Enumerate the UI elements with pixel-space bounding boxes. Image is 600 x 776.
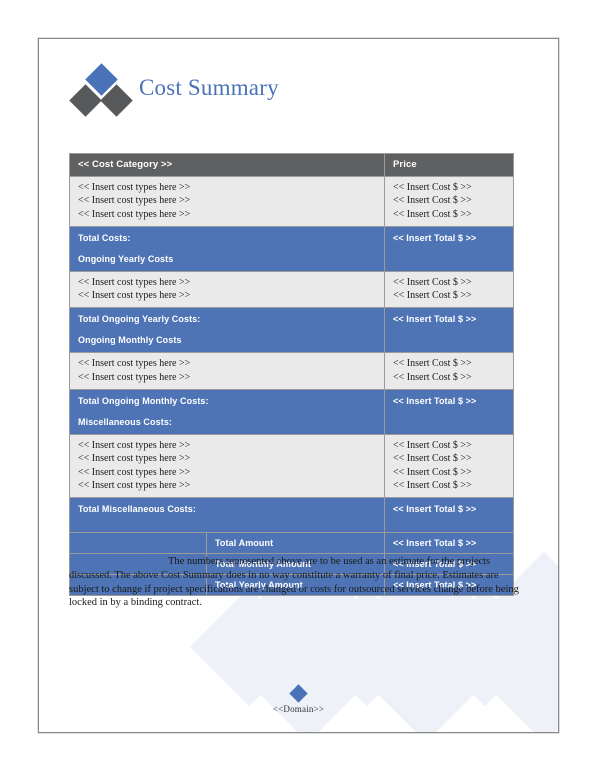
grand-total-value: << Insert Total $ >> <box>384 532 514 555</box>
total-label: Total Miscellaneous Costs: <box>78 504 196 515</box>
cost-amount-group: << Insert Cost $ >> << Insert Cost $ >> … <box>384 434 514 499</box>
total-amount-value: << Insert Total $ >> <box>384 225 514 272</box>
table-total-row: Total Ongoing Monthly Costs: Miscellaneo… <box>69 389 514 436</box>
total-label-group: Total Ongoing Monthly Costs: Miscellaneo… <box>69 389 385 436</box>
watermark-diamond <box>484 623 558 732</box>
section-subtitle: Ongoing Yearly Costs <box>78 253 174 264</box>
cost-amount-value: << Insert Cost $ >> <box>393 195 472 207</box>
total-label: Total Ongoing Monthly Costs: <box>78 396 209 407</box>
cost-type-group: << Insert cost types here >> << Insert c… <box>69 434 385 499</box>
grand-total-label: Total Amount <box>206 532 385 555</box>
cost-amount-value: << Insert Cost $ >> <box>393 208 472 220</box>
cost-type-label: << Insert cost types here >> <box>78 479 191 491</box>
document-page: Cost Summary << Cost Category >> Price <… <box>38 38 559 733</box>
table-total-row: Total Miscellaneous Costs: << Insert Tot… <box>69 497 514 534</box>
total-amount-value: << Insert Total $ >> <box>384 497 514 534</box>
cost-amount-value: << Insert Cost $ >> <box>393 466 472 478</box>
cost-type-group: << Insert cost types here >> << Insert c… <box>69 270 385 309</box>
cost-amount-value: << Insert Cost $ >> <box>393 182 472 193</box>
cost-type-label: << Insert cost types here >> <box>78 208 191 220</box>
cost-type-label: << Insert cost types here >> <box>78 440 191 452</box>
column-header-category: << Cost Category >> <box>69 153 385 177</box>
column-header-price: Price <box>384 153 514 177</box>
total-label: Total Costs: <box>78 232 131 243</box>
cost-type-group: << Insert cost types here >> << Insert c… <box>69 176 385 227</box>
cost-type-label: << Insert cost types here >> <box>78 453 191 465</box>
table-total-row: Total Costs: Ongoing Yearly Costs << Ins… <box>69 225 514 272</box>
document-header: Cost Summary <box>69 63 513 125</box>
table-row: << Insert cost types here >> << Insert c… <box>69 270 514 309</box>
spacer-cell <box>69 532 207 555</box>
cost-type-group: << Insert cost types here >> << Insert c… <box>69 352 385 391</box>
cost-type-label: << Insert cost types here >> <box>78 182 191 193</box>
disclaimer-label: Standard Disclaimer: <box>69 556 166 567</box>
cost-type-label: << Insert cost types here >> <box>78 371 191 383</box>
watermark-diamond <box>248 623 368 732</box>
total-label-group: Total Costs: Ongoing Yearly Costs <box>69 225 385 272</box>
footer-domain-text: <<Domain>> <box>272 704 325 714</box>
cost-amount-group: << Insert Cost $ >> << Insert Cost $ >> … <box>384 176 514 227</box>
total-label-group: Total Ongoing Yearly Costs: Ongoing Mont… <box>69 307 385 354</box>
table-header-row: << Cost Category >> Price <box>69 153 514 177</box>
cost-type-label: << Insert cost types here >> <box>78 358 191 370</box>
disclaimer-block: Standard Disclaimer: The numbers represe… <box>69 555 519 610</box>
cost-amount-value: << Insert Cost $ >> <box>393 453 472 465</box>
watermark-diamond <box>366 623 486 732</box>
page-title: Cost Summary <box>139 75 279 100</box>
cost-summary-table: << Cost Category >> Price << Insert cost… <box>69 153 514 597</box>
cost-amount-value: << Insert Cost $ >> <box>393 479 472 491</box>
cost-amount-value: << Insert Cost $ >> <box>393 358 472 370</box>
cost-type-label: << Insert cost types here >> <box>78 290 191 302</box>
document-footer: <<Domain>> <box>39 684 558 714</box>
table-total-row: Total Ongoing Yearly Costs: Ongoing Mont… <box>69 307 514 354</box>
logo-diamonds-icon <box>69 63 133 121</box>
cost-amount-value: << Insert Cost $ >> <box>393 371 472 383</box>
cost-amount-group: << Insert Cost $ >> << Insert Cost $ >> <box>384 270 514 309</box>
cost-amount-group: << Insert Cost $ >> << Insert Cost $ >> <box>384 352 514 391</box>
cost-amount-value: << Insert Cost $ >> <box>393 290 472 302</box>
total-label: Total Ongoing Yearly Costs: <box>78 314 201 325</box>
section-subtitle: Miscellaneous Costs: <box>78 417 173 428</box>
cost-type-label: << Insert cost types here >> <box>78 466 191 478</box>
table-row: << Insert cost types here >> << Insert c… <box>69 352 514 391</box>
table-row: << Insert cost types here >> << Insert c… <box>69 176 514 227</box>
table-grandtotal-row: Total Amount << Insert Total $ >> <box>69 532 514 555</box>
section-subtitle: Ongoing Monthly Costs <box>78 335 182 346</box>
cost-type-label: << Insert cost types here >> <box>78 195 191 207</box>
cost-amount-value: << Insert Cost $ >> <box>393 440 472 452</box>
cost-type-label: << Insert cost types here >> <box>78 276 191 288</box>
cost-amount-value: << Insert Cost $ >> <box>393 276 472 288</box>
total-label-group: Total Miscellaneous Costs: <box>69 497 385 534</box>
table-row: << Insert cost types here >> << Insert c… <box>69 434 514 499</box>
total-amount-value: << Insert Total $ >> <box>384 307 514 354</box>
footer-diamond-icon <box>289 684 308 703</box>
total-amount-value: << Insert Total $ >> <box>384 389 514 436</box>
